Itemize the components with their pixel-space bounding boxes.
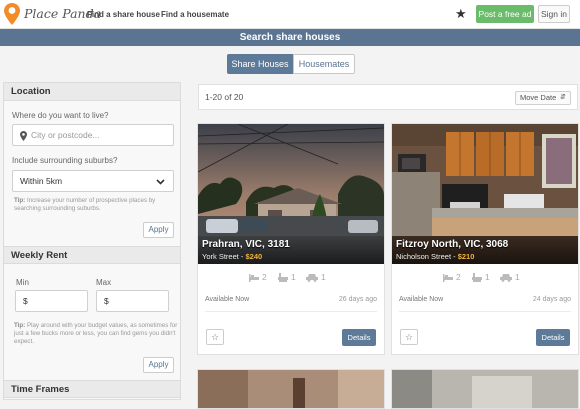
chevron-down-icon — [156, 179, 165, 185]
radius-value: Within 5km — [20, 176, 63, 186]
listing-location: Prahran, VIC, 3181 — [202, 239, 290, 250]
results-count: 1-20 of 20 — [205, 92, 244, 102]
street-name: York Street — [202, 252, 239, 261]
top-navbar: Place Panda Find a share house Find a ho… — [0, 0, 580, 29]
search-placeholder: City or postcode... — [31, 130, 100, 140]
location-tip: Tip: Increase your number of prospective… — [14, 197, 178, 213]
tip-text: Play around with your budget values, as … — [14, 322, 178, 345]
car-icon — [500, 274, 512, 282]
rent-apply-button[interactable]: Apply — [143, 357, 174, 373]
street-name: Nicholson Street — [396, 252, 452, 261]
bath-icon — [278, 273, 288, 282]
details-button[interactable]: Details — [342, 329, 376, 346]
location-apply-button[interactable]: Apply — [143, 222, 174, 238]
listing-photo-room[interactable] — [392, 370, 579, 409]
min-rent-input[interactable]: $ — [15, 290, 88, 312]
availability: Available Now — [205, 296, 250, 303]
listing-card[interactable] — [391, 369, 579, 409]
car-icon — [306, 274, 318, 282]
time-frames-section-title[interactable]: Time Frames — [4, 380, 180, 398]
nav-find-housemate[interactable]: Find a housemate — [161, 10, 229, 19]
tip-prefix: Tip: — [14, 322, 26, 329]
listing-street-price: York Street - $240 — [202, 252, 263, 261]
bedroom-count: 2 — [262, 272, 267, 282]
currency-symbol: $ — [104, 296, 109, 306]
min-label: Min — [16, 278, 29, 287]
card-divider — [205, 311, 377, 312]
bathroom-count: 1 — [485, 272, 490, 282]
favorite-star-icon[interactable]: ☆ — [400, 329, 418, 345]
favorite-star-icon[interactable]: ☆ — [206, 329, 224, 345]
rent-section-title: Weekly Rent — [4, 246, 180, 264]
listing-card[interactable]: Fitzroy North, VIC, 3068 Nicholson Stree… — [391, 123, 579, 355]
tip-text: Increase your number of prospective plac… — [14, 197, 156, 212]
suburbs-label: Include surrounding suburbs? — [12, 156, 118, 165]
photo-caption: Fitzroy North, VIC, 3068 Nicholson Stree… — [392, 236, 578, 264]
card-divider — [399, 311, 571, 312]
location-search-input[interactable]: City or postcode... — [12, 124, 174, 146]
bed-icon — [443, 274, 453, 282]
page-title-banner: Search share houses — [0, 29, 580, 46]
sort-arrows-icon: ⇵ — [560, 94, 566, 101]
nav-find-share-house[interactable]: Find a share house — [87, 10, 160, 19]
post-free-ad-button[interactable]: Post a free ad — [476, 5, 534, 23]
details-button[interactable]: Details — [536, 329, 570, 346]
listing-location: Fitzroy North, VIC, 3068 — [396, 239, 509, 250]
map-marker-icon — [20, 131, 27, 141]
photo-caption: Prahran, VIC, 3181 York Street - $240 — [198, 236, 384, 264]
location-pin-logo-icon[interactable] — [4, 3, 20, 25]
parking-count: 1 — [321, 272, 326, 282]
listed-time: 26 days ago — [338, 296, 377, 303]
where-label: Where do you want to live? — [12, 111, 109, 120]
max-rent-input[interactable]: $ — [96, 290, 169, 312]
parking-count: 1 — [515, 272, 520, 282]
max-label: Max — [96, 278, 112, 287]
tab-share-houses[interactable]: Share Houses — [227, 54, 293, 74]
favorites-star-icon[interactable]: ★ — [455, 6, 467, 22]
sign-in-button[interactable]: Sign in — [538, 5, 570, 23]
listing-card[interactable] — [197, 369, 385, 409]
listing-photo-room[interactable] — [198, 370, 385, 409]
location-section-title: Location — [4, 83, 180, 101]
radius-select[interactable]: Within 5km — [12, 170, 174, 192]
sort-value: Move Date — [520, 93, 557, 102]
weekly-price: $210 — [457, 252, 475, 261]
results-toolbar: 1-20 of 20 Move Date ⇵ — [198, 84, 578, 110]
listed-time: 24 days ago — [532, 296, 571, 303]
bedroom-count: 2 — [456, 272, 461, 282]
availability: Available Now — [399, 296, 444, 303]
rent-tip: Tip: Play around with your budget values… — [14, 322, 178, 346]
weekly-price: $240 — [245, 252, 263, 261]
bed-icon — [249, 274, 259, 282]
bath-icon — [472, 273, 482, 282]
listing-card[interactable]: Prahran, VIC, 3181 York Street - $240 2 … — [197, 123, 385, 355]
tip-prefix: Tip: — [14, 197, 26, 204]
listing-street-price: Nicholson Street - $210 — [396, 252, 475, 261]
filter-sidebar: Location Where do you want to live? City… — [3, 82, 181, 400]
sort-select[interactable]: Move Date ⇵ — [515, 91, 571, 105]
tab-housemates[interactable]: Housemates — [293, 54, 355, 74]
currency-symbol: $ — [23, 296, 28, 306]
bathroom-count: 1 — [291, 272, 296, 282]
